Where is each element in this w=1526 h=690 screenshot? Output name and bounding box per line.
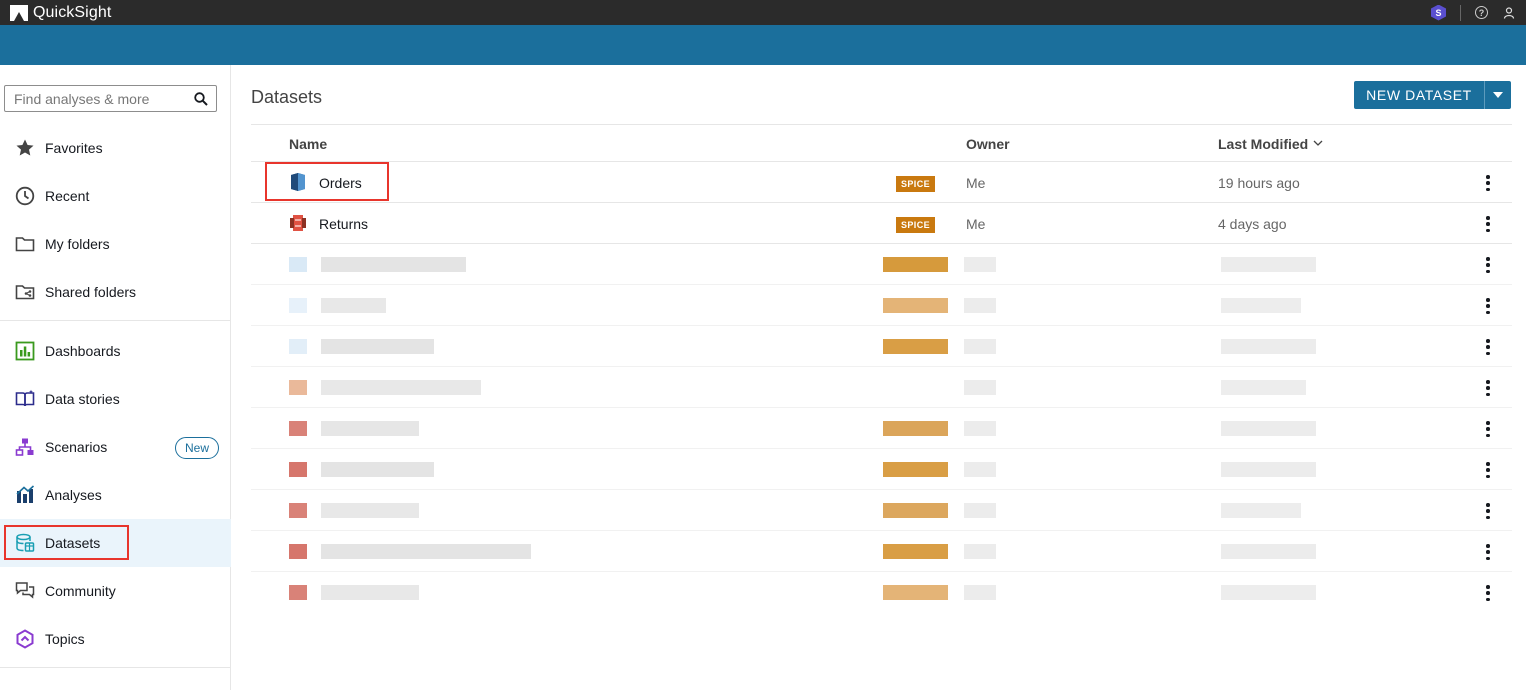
spice-badge: SPICE: [896, 217, 936, 233]
quicksight-logo-icon: [10, 4, 28, 21]
user-icon[interactable]: [1502, 6, 1516, 20]
new-dataset-dropdown-button[interactable]: [1484, 81, 1511, 109]
redacted-row: [251, 572, 1512, 613]
sidebar-item-label: Shared folders: [45, 284, 137, 300]
highlight-box: [265, 162, 389, 201]
more-options-icon[interactable]: [1483, 173, 1493, 193]
topics-icon: [15, 629, 35, 649]
search-icon[interactable]: [194, 92, 208, 106]
redacted-row: [251, 244, 1512, 285]
sidebar-item-analyses[interactable]: Analyses: [0, 471, 231, 519]
sidebar-item-label: Community: [45, 583, 116, 599]
more-options-icon[interactable]: [1483, 501, 1493, 521]
sidebar-item-label: Topics: [45, 631, 85, 647]
table-header: Name Owner Last Modified: [251, 124, 1512, 162]
redacted-row: [251, 408, 1512, 449]
clock-icon: [15, 186, 35, 206]
caret-down-icon: [1493, 92, 1503, 98]
chevron-down-icon[interactable]: [1313, 138, 1323, 148]
sidebar-item-label: Scenarios: [45, 439, 108, 455]
help-icon[interactable]: ?: [1475, 6, 1488, 19]
sidebar-item-label: Dashboards: [45, 343, 121, 359]
sidebar-item-label: Analyses: [45, 487, 102, 503]
app-title: QuickSight: [33, 3, 112, 21]
more-options-icon[interactable]: [1483, 419, 1493, 439]
more-options-icon[interactable]: [1483, 255, 1493, 275]
sidebar-item-community[interactable]: Community: [0, 567, 231, 615]
redacted-row: [251, 367, 1512, 408]
s3-icon: [290, 215, 306, 231]
sidebar-item-shared-folders[interactable]: Shared folders: [0, 268, 231, 316]
column-header-owner[interactable]: Owner: [966, 136, 1010, 152]
sidebar-item-topics[interactable]: Topics: [0, 615, 231, 663]
sidebar-item-dashboards[interactable]: Dashboards: [0, 327, 231, 375]
more-options-icon[interactable]: [1483, 337, 1493, 357]
sidebar: Favorites Recent My folders Shared folde…: [0, 65, 231, 690]
chat-icon: [15, 581, 35, 601]
page-title: Datasets: [251, 87, 323, 107]
more-options-icon[interactable]: [1483, 214, 1493, 234]
redacted-row: [251, 285, 1512, 326]
highlight-box: [4, 525, 129, 560]
datasets-table: Name Owner Last Modified Orders SPICE Me…: [251, 124, 1512, 613]
top-navigation-bar: QuickSight S ?: [0, 0, 1526, 25]
dataset-owner: Me: [966, 175, 986, 191]
more-options-icon[interactable]: [1483, 542, 1493, 562]
dataset-owner: Me: [966, 216, 986, 232]
redacted-row: [251, 326, 1512, 367]
new-dataset-button[interactable]: NEW DATASET: [1354, 81, 1484, 109]
divider: [1460, 4, 1461, 21]
more-options-icon[interactable]: [1483, 460, 1493, 480]
shared-folder-icon: [15, 282, 35, 302]
search-box[interactable]: [4, 85, 217, 112]
book-icon: [15, 389, 35, 409]
analyses-icon: [15, 485, 35, 505]
dataset-last-modified: 4 days ago: [1218, 216, 1287, 232]
star-icon: [15, 138, 35, 158]
search-input[interactable]: [5, 90, 185, 107]
redacted-row: [251, 490, 1512, 531]
more-options-icon[interactable]: [1483, 296, 1493, 316]
folder-icon: [15, 234, 35, 254]
sidebar-divider: [0, 320, 231, 321]
brand-banner: [0, 25, 1526, 65]
sidebar-item-label: Favorites: [45, 140, 103, 156]
sidebar-divider: [0, 667, 231, 668]
sidebar-item-recent[interactable]: Recent: [0, 172, 231, 220]
table-row[interactable]: Orders SPICE Me 19 hours ago: [251, 162, 1512, 203]
sidebar-item-label: Recent: [45, 188, 90, 204]
hexagon-badge-icon[interactable]: S: [1431, 4, 1446, 21]
quicksight-logo[interactable]: QuickSight: [10, 4, 111, 22]
sidebar-item-favorites[interactable]: Favorites: [0, 124, 231, 172]
main-content: Datasets NEW DATASET Name Owner Last Mod…: [231, 65, 1526, 690]
dataset-last-modified: 19 hours ago: [1218, 175, 1300, 191]
dataset-name[interactable]: Returns: [319, 216, 368, 232]
new-badge: New: [175, 437, 220, 459]
new-dataset-button-group: NEW DATASET: [1354, 81, 1511, 109]
scenarios-icon: [15, 437, 35, 457]
sidebar-item-data-stories[interactable]: Data stories: [0, 375, 231, 423]
sidebar-item-label: Data stories: [45, 391, 120, 407]
column-header-last-modified[interactable]: Last Modified: [1218, 136, 1308, 152]
redacted-row: [251, 531, 1512, 572]
sidebar-item-scenarios[interactable]: Scenarios New: [0, 423, 231, 471]
more-options-icon[interactable]: [1483, 583, 1493, 603]
sidebar-item-label: My folders: [45, 236, 110, 252]
column-header-name[interactable]: Name: [289, 136, 327, 152]
dashboard-icon: [15, 341, 35, 361]
spice-badge: SPICE: [896, 176, 936, 192]
redacted-row: [251, 449, 1512, 490]
sidebar-item-my-folders[interactable]: My folders: [0, 220, 231, 268]
table-row[interactable]: Returns SPICE Me 4 days ago: [251, 203, 1512, 244]
more-options-icon[interactable]: [1483, 378, 1493, 398]
